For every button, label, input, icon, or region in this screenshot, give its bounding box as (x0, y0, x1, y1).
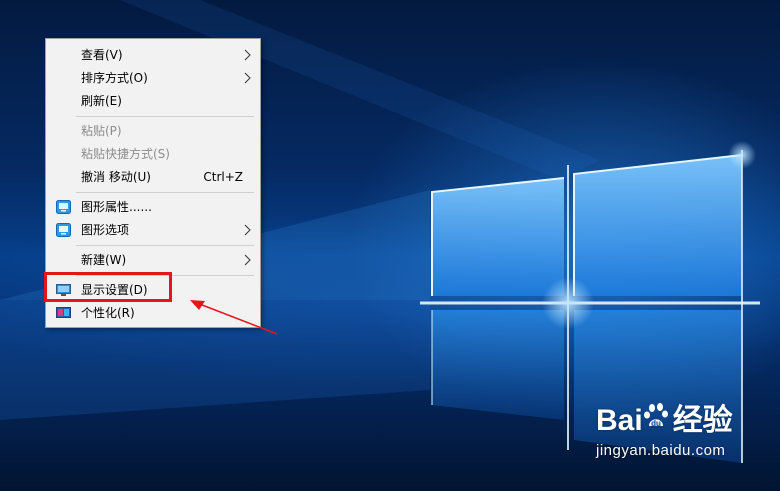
svg-text:du: du (651, 419, 661, 428)
baidu-paw-icon: du (643, 403, 668, 428)
watermark-brand: Bai du 经验 (596, 402, 733, 438)
watermark-brand-cn: 经验 (672, 404, 733, 437)
watermark-url: jingyan.baidu.com (596, 442, 726, 459)
baidu-jingyan-watermark: Bai du 经验 jingyan.baidu.com (596, 402, 733, 460)
watermark-brand-bai: Bai (596, 404, 643, 437)
